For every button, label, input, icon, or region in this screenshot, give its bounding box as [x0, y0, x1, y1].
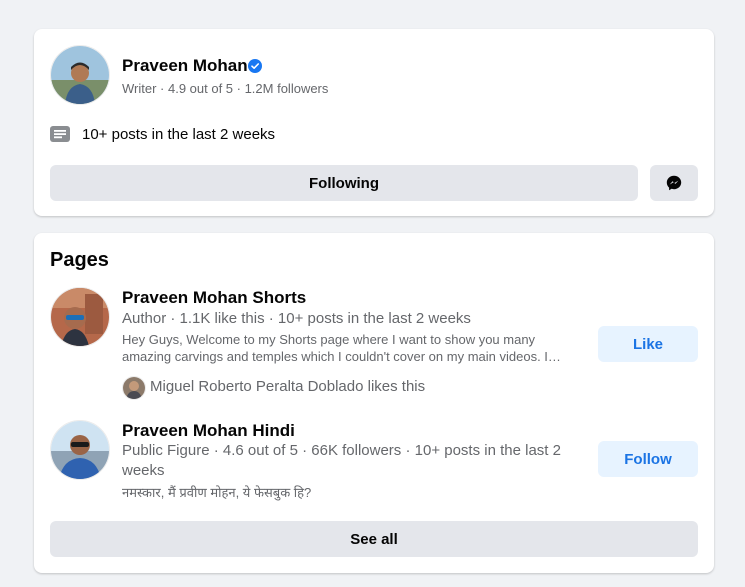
pages-card: Pages Praveen Mohan Shorts Author · 1.1K…	[34, 233, 714, 573]
mutual-likes-text: Miguel Roberto Peralta Doblado likes thi…	[150, 378, 426, 395]
messenger-button[interactable]	[650, 165, 698, 201]
pages-heading: Pages	[50, 249, 109, 271]
profile-avatar[interactable]	[50, 45, 110, 105]
follow-button[interactable]: Follow	[598, 441, 698, 477]
page-name[interactable]: Praveen Mohan Hindi	[122, 421, 295, 441]
posts-icon	[50, 126, 70, 142]
messenger-icon	[666, 175, 682, 191]
posts-info: 10+ posts in the last 2 weeks	[82, 126, 276, 143]
page-description: नमस्कार, मैं प्रवीण मोहन, ये फेसबुक हि?	[122, 485, 312, 500]
page-meta: Public Figure · 4.6 out of 5 · 66K follo…	[122, 442, 561, 479]
page-description: Hey Guys, Welcome to my Shorts page wher…	[122, 332, 561, 364]
page-name[interactable]: Praveen Mohan Shorts	[122, 288, 306, 308]
page-avatar-hindi[interactable]	[50, 420, 110, 480]
following-button[interactable]: Following	[50, 165, 638, 201]
profile-subtitle: Writer · 4.9 out of 5 · 1.2M followers	[122, 81, 329, 96]
profile-name[interactable]: Praveen Mohan	[122, 56, 248, 76]
like-button[interactable]: Like	[598, 326, 698, 362]
mutual-friend-avatar[interactable]	[122, 376, 146, 400]
see-all-button[interactable]: See all	[50, 521, 698, 557]
page-meta: Author · 1.1K like this · 10+ posts in t…	[122, 310, 471, 327]
verified-badge-icon	[248, 59, 262, 73]
page-avatar-shorts[interactable]	[50, 287, 110, 347]
profile-card: Praveen Mohan Writer · 4.9 out of 5 · 1.…	[34, 29, 714, 216]
